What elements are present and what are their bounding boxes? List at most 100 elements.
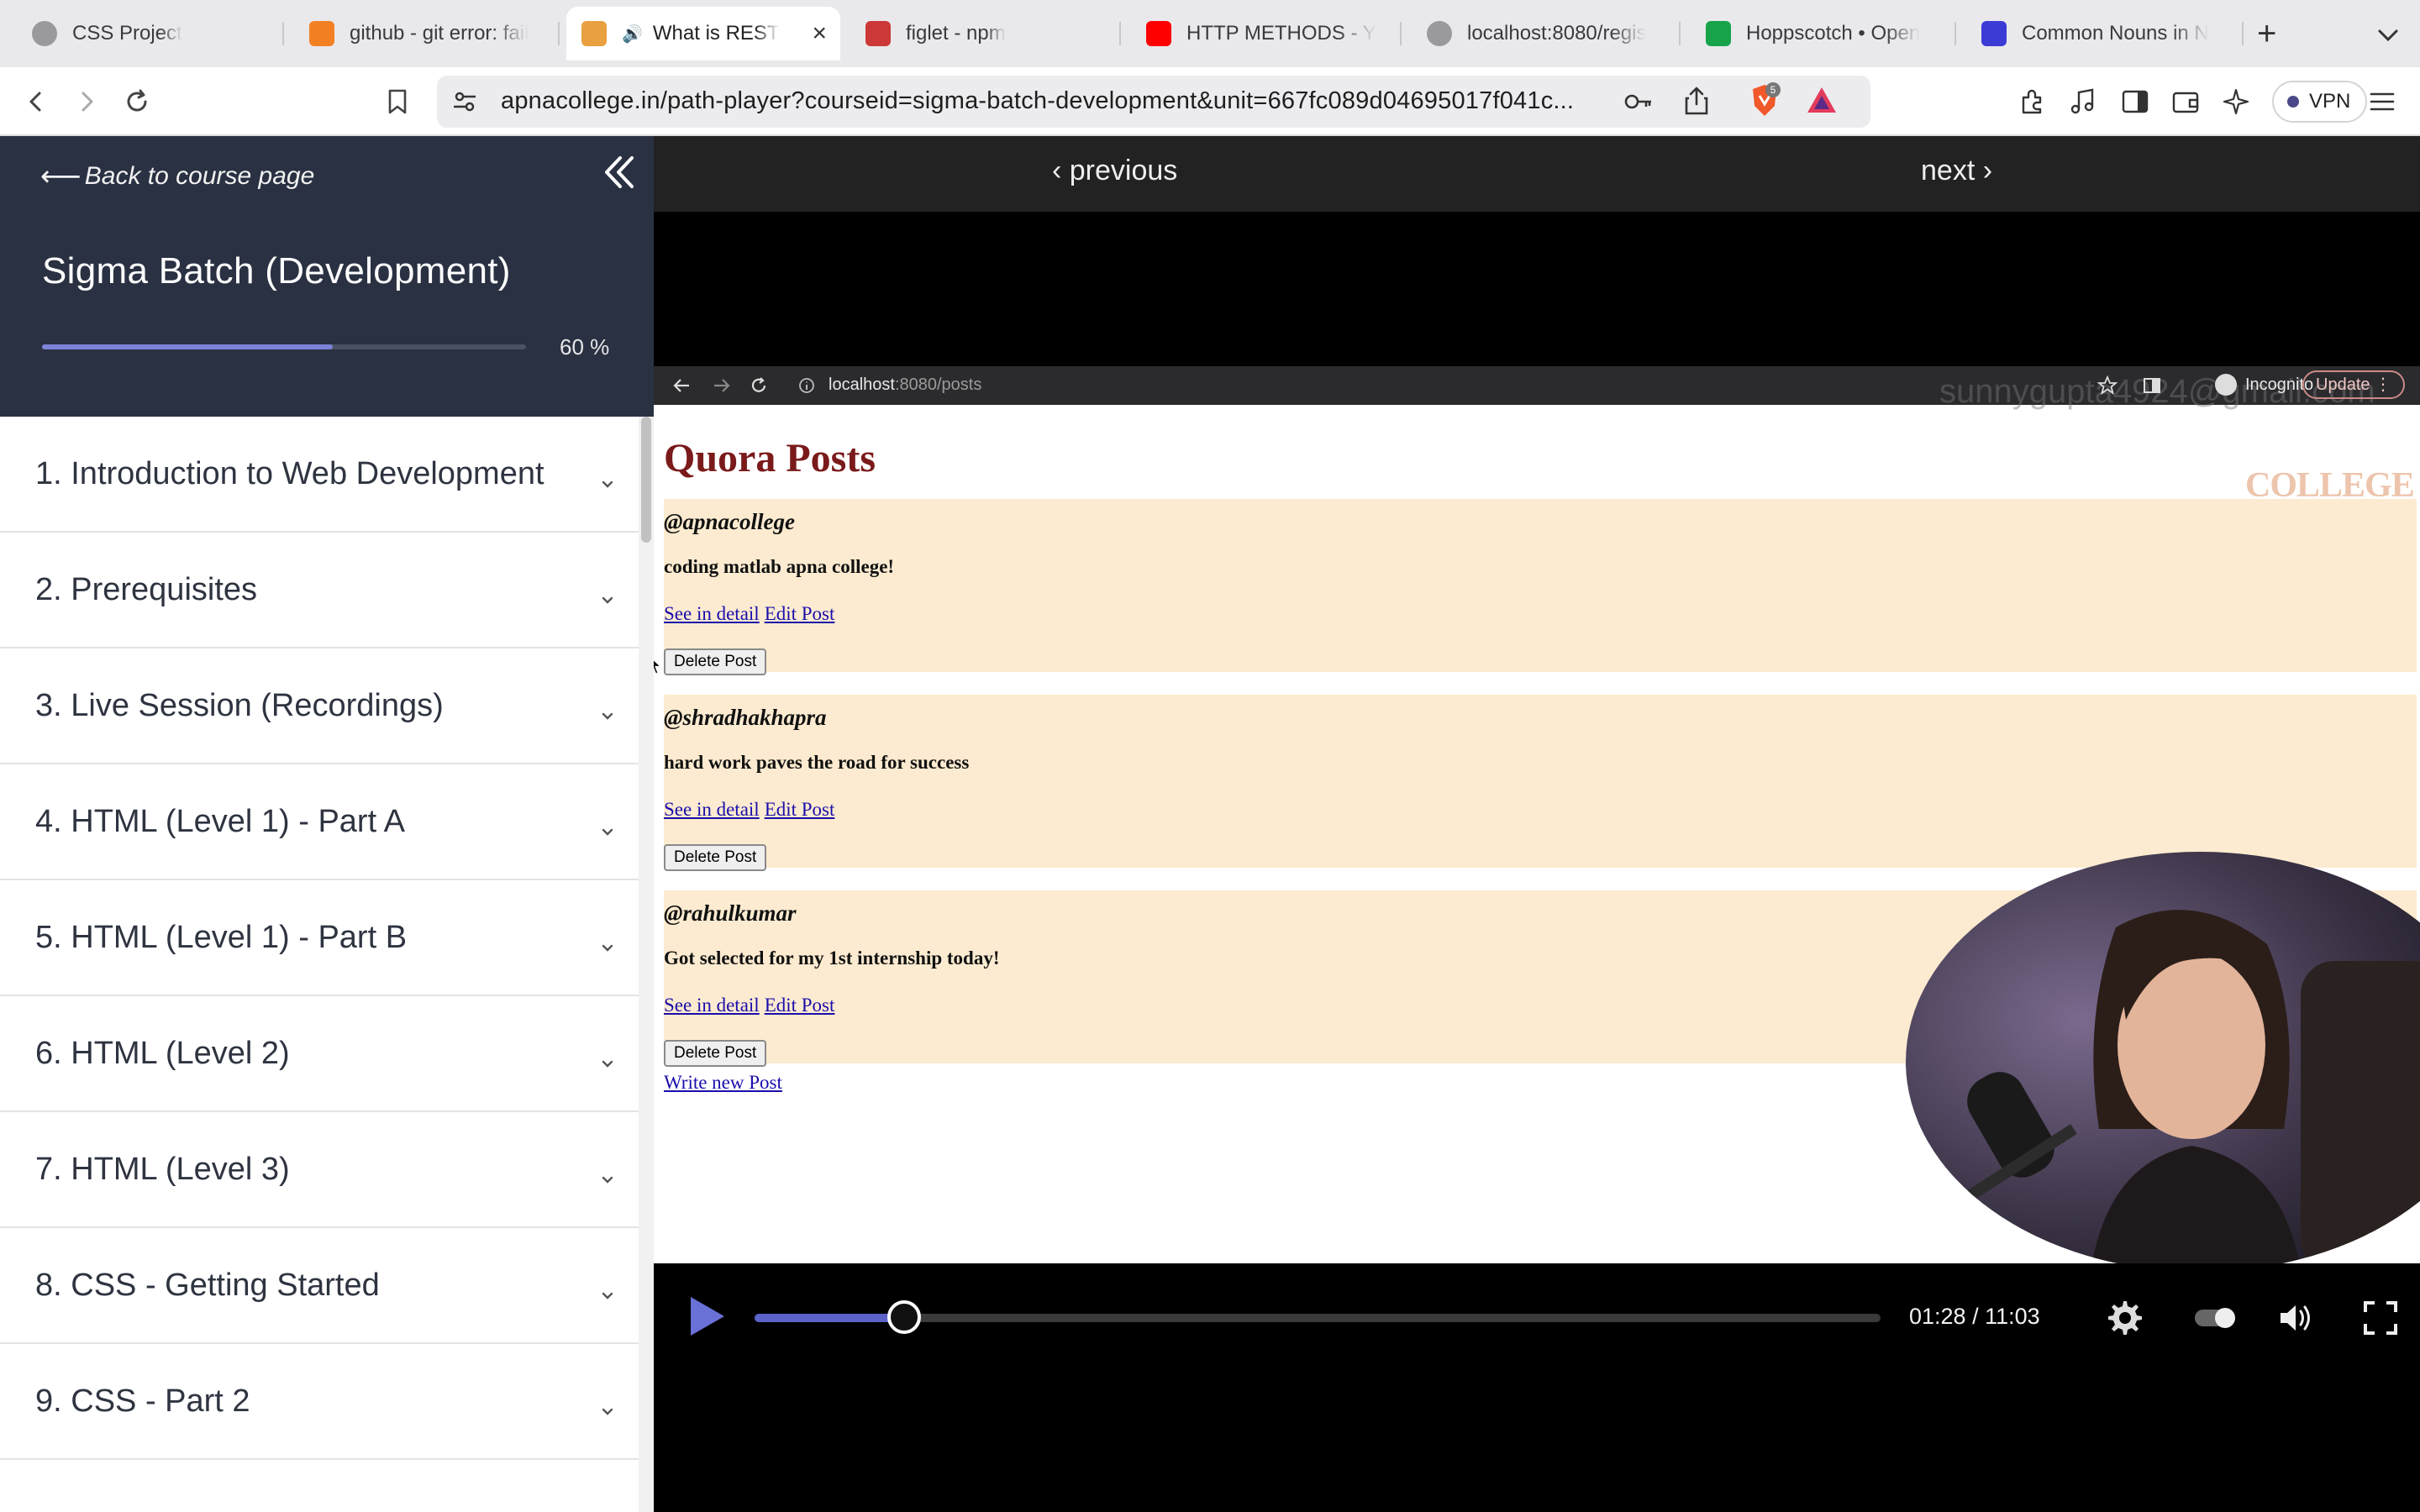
sidebar-scrollbar[interactable] bbox=[639, 417, 654, 1512]
seek-bar[interactable] bbox=[755, 1300, 1881, 1334]
youtube-icon bbox=[1146, 21, 1171, 46]
edit-post-link: Edit Post bbox=[764, 995, 835, 1016]
chevron-down-icon[interactable] bbox=[598, 697, 617, 720]
stackoverflow-icon bbox=[309, 21, 334, 46]
chevron-down-icon[interactable] bbox=[598, 581, 617, 604]
recorded-browser-toolbar: localhost:8080/posts sunnygupta4924@gmai… bbox=[654, 366, 2420, 410]
leo-ai-icon[interactable] bbox=[2218, 84, 2254, 119]
unit-item[interactable]: 9. CSS - Part 2 bbox=[0, 1344, 639, 1460]
back-to-course-link[interactable]: ⟵ Back to course page bbox=[40, 160, 314, 193]
playback-speed-icon[interactable] bbox=[2190, 1299, 2240, 1337]
key-icon[interactable] bbox=[1623, 87, 1654, 120]
tab-title: HTTP METHODS - Y bbox=[1186, 22, 1376, 45]
tab-separator bbox=[558, 22, 560, 45]
volume-icon[interactable] bbox=[2277, 1299, 2316, 1337]
menu-icon[interactable] bbox=[2365, 84, 2400, 119]
unit-title: 3. Live Session (Recordings) bbox=[35, 687, 444, 723]
vpn-button[interactable]: VPN bbox=[2272, 81, 2368, 123]
previous-button[interactable]: ‹ previous bbox=[1052, 155, 1177, 187]
vpn-label: VPN bbox=[2309, 90, 2351, 113]
post-card: @shradhakhapra hard work paves the road f… bbox=[664, 695, 2417, 871]
unit-item[interactable]: 3. Live Session (Recordings) bbox=[0, 648, 639, 764]
bookmark-icon[interactable] bbox=[380, 84, 415, 119]
unit-item[interactable]: 5. HTML (Level 1) - Part B bbox=[0, 880, 639, 996]
site-settings-icon[interactable] bbox=[450, 87, 479, 120]
copilot-icon bbox=[1981, 21, 2007, 46]
post-username: @shradhakhapra bbox=[664, 705, 827, 730]
audio-playing-icon[interactable]: 🔊 bbox=[622, 24, 643, 45]
tab-title: Hoppscotch • Open bbox=[1746, 22, 1921, 45]
wallet-icon[interactable] bbox=[2168, 84, 2203, 119]
see-in-detail-link: See in detail bbox=[664, 995, 760, 1016]
unit-title: 8. CSS - Getting Started bbox=[35, 1267, 380, 1303]
browser-tab[interactable]: figlet - npm bbox=[850, 7, 1121, 60]
browser-tab[interactable]: CSS Project bbox=[17, 7, 284, 60]
browser-tab[interactable]: 🔊 What is REST × bbox=[566, 7, 840, 60]
brave-shield-icon[interactable]: 5 bbox=[1748, 82, 1781, 116]
unit-item[interactable]: 4. HTML (Level 1) - Part A bbox=[0, 764, 639, 880]
mouse-cursor-icon bbox=[654, 659, 662, 675]
back-arrow-icon[interactable] bbox=[18, 84, 54, 119]
browser-tab[interactable]: localhost:8080/regis bbox=[1412, 7, 1681, 60]
post-username: @rahulkumar bbox=[664, 900, 797, 926]
video-player: ‹ previous next › localhost:8080/posts s… bbox=[654, 136, 2420, 1512]
chevron-down-icon[interactable] bbox=[598, 1393, 617, 1415]
unit-item[interactable]: 2. Prerequisites bbox=[0, 533, 639, 648]
forward-arrow-icon[interactable] bbox=[69, 84, 104, 119]
unit-title: 6. HTML (Level 2) bbox=[35, 1035, 290, 1071]
post-content: Got selected for my 1st internship today… bbox=[664, 948, 1000, 969]
reload-icon[interactable] bbox=[119, 84, 155, 119]
chevron-down-icon[interactable] bbox=[598, 1045, 617, 1068]
browser-tab[interactable]: HTTP METHODS - Y bbox=[1131, 7, 1402, 60]
next-button[interactable]: next › bbox=[1921, 155, 1992, 187]
recorded-reload-icon bbox=[751, 377, 766, 392]
course-sidebar: ⟵ Back to course page Sigma Batch (Devel… bbox=[0, 136, 654, 1512]
tab-separator bbox=[1119, 22, 1121, 45]
npm-icon bbox=[865, 21, 891, 46]
unit-item[interactable]: 8. CSS - Getting Started bbox=[0, 1228, 639, 1344]
tab-list-chevron-icon[interactable] bbox=[2371, 18, 2405, 52]
unit-item[interactable]: 7. HTML (Level 3) bbox=[0, 1112, 639, 1228]
back-label: Back to course page bbox=[84, 162, 315, 190]
tab-strip: CSS Project github - git error: fail 🔊 What… bbox=[0, 0, 2420, 67]
chevron-down-icon[interactable] bbox=[598, 813, 617, 836]
share-icon[interactable] bbox=[1684, 86, 1709, 120]
url-text[interactable]: apnacollege.in/path-player?courseid=sigm… bbox=[501, 87, 1574, 115]
address-bar[interactable]: apnacollege.in/path-player?courseid=sigm… bbox=[437, 76, 1870, 128]
chevron-down-icon[interactable] bbox=[598, 465, 617, 488]
post-content: hard work paves the road for success bbox=[664, 752, 970, 773]
unit-title: 4. HTML (Level 1) - Part A bbox=[35, 803, 405, 839]
unit-item[interactable]: 1. Introduction to Web Development bbox=[0, 417, 639, 533]
seek-handle[interactable] bbox=[887, 1300, 922, 1334]
close-tab-icon[interactable]: × bbox=[812, 19, 827, 48]
apnacollege-icon bbox=[581, 21, 607, 46]
tab-separator bbox=[1679, 22, 1681, 45]
chevron-down-icon[interactable] bbox=[598, 1161, 617, 1184]
scrollbar-thumb[interactable] bbox=[641, 417, 651, 543]
settings-gear-icon[interactable] bbox=[2106, 1299, 2144, 1337]
recorded-forward-icon bbox=[714, 379, 730, 392]
browser-tab[interactable]: Hoppscotch • Open bbox=[1691, 7, 1956, 60]
quora-page-title: Quora Posts bbox=[664, 436, 876, 480]
chevron-down-icon[interactable] bbox=[598, 1277, 617, 1299]
music-icon[interactable] bbox=[2065, 84, 2101, 119]
incognito-icon bbox=[2215, 374, 2237, 396]
chevron-down-icon[interactable] bbox=[598, 929, 617, 952]
unit-item[interactable]: 6. HTML (Level 2) bbox=[0, 996, 639, 1112]
tab-title: What is REST bbox=[652, 22, 780, 45]
browser-tab[interactable]: github - git error: fail bbox=[294, 7, 560, 60]
tab-title: Common Nouns in N bbox=[2022, 22, 2209, 45]
delete-post-button: Delete Post bbox=[664, 844, 767, 871]
new-tab-icon[interactable]: + bbox=[2257, 15, 2276, 52]
recorded-incognito: Incognito bbox=[2215, 374, 2313, 396]
brave-rewards-icon[interactable] bbox=[1805, 84, 1839, 122]
collapse-sidebar-icon[interactable] bbox=[598, 151, 640, 193]
sidebar-toggle-icon[interactable] bbox=[2118, 84, 2153, 119]
post-links: See in detail Edit Post bbox=[664, 603, 839, 625]
play-icon[interactable] bbox=[686, 1294, 728, 1339]
fullscreen-icon[interactable] bbox=[2361, 1299, 2400, 1337]
post-links: See in detail Edit Post bbox=[664, 995, 839, 1016]
extensions-icon[interactable] bbox=[2015, 84, 2050, 119]
post-links: See in detail Edit Post bbox=[664, 799, 839, 821]
browser-tab[interactable]: Common Nouns in N bbox=[1966, 7, 2244, 60]
